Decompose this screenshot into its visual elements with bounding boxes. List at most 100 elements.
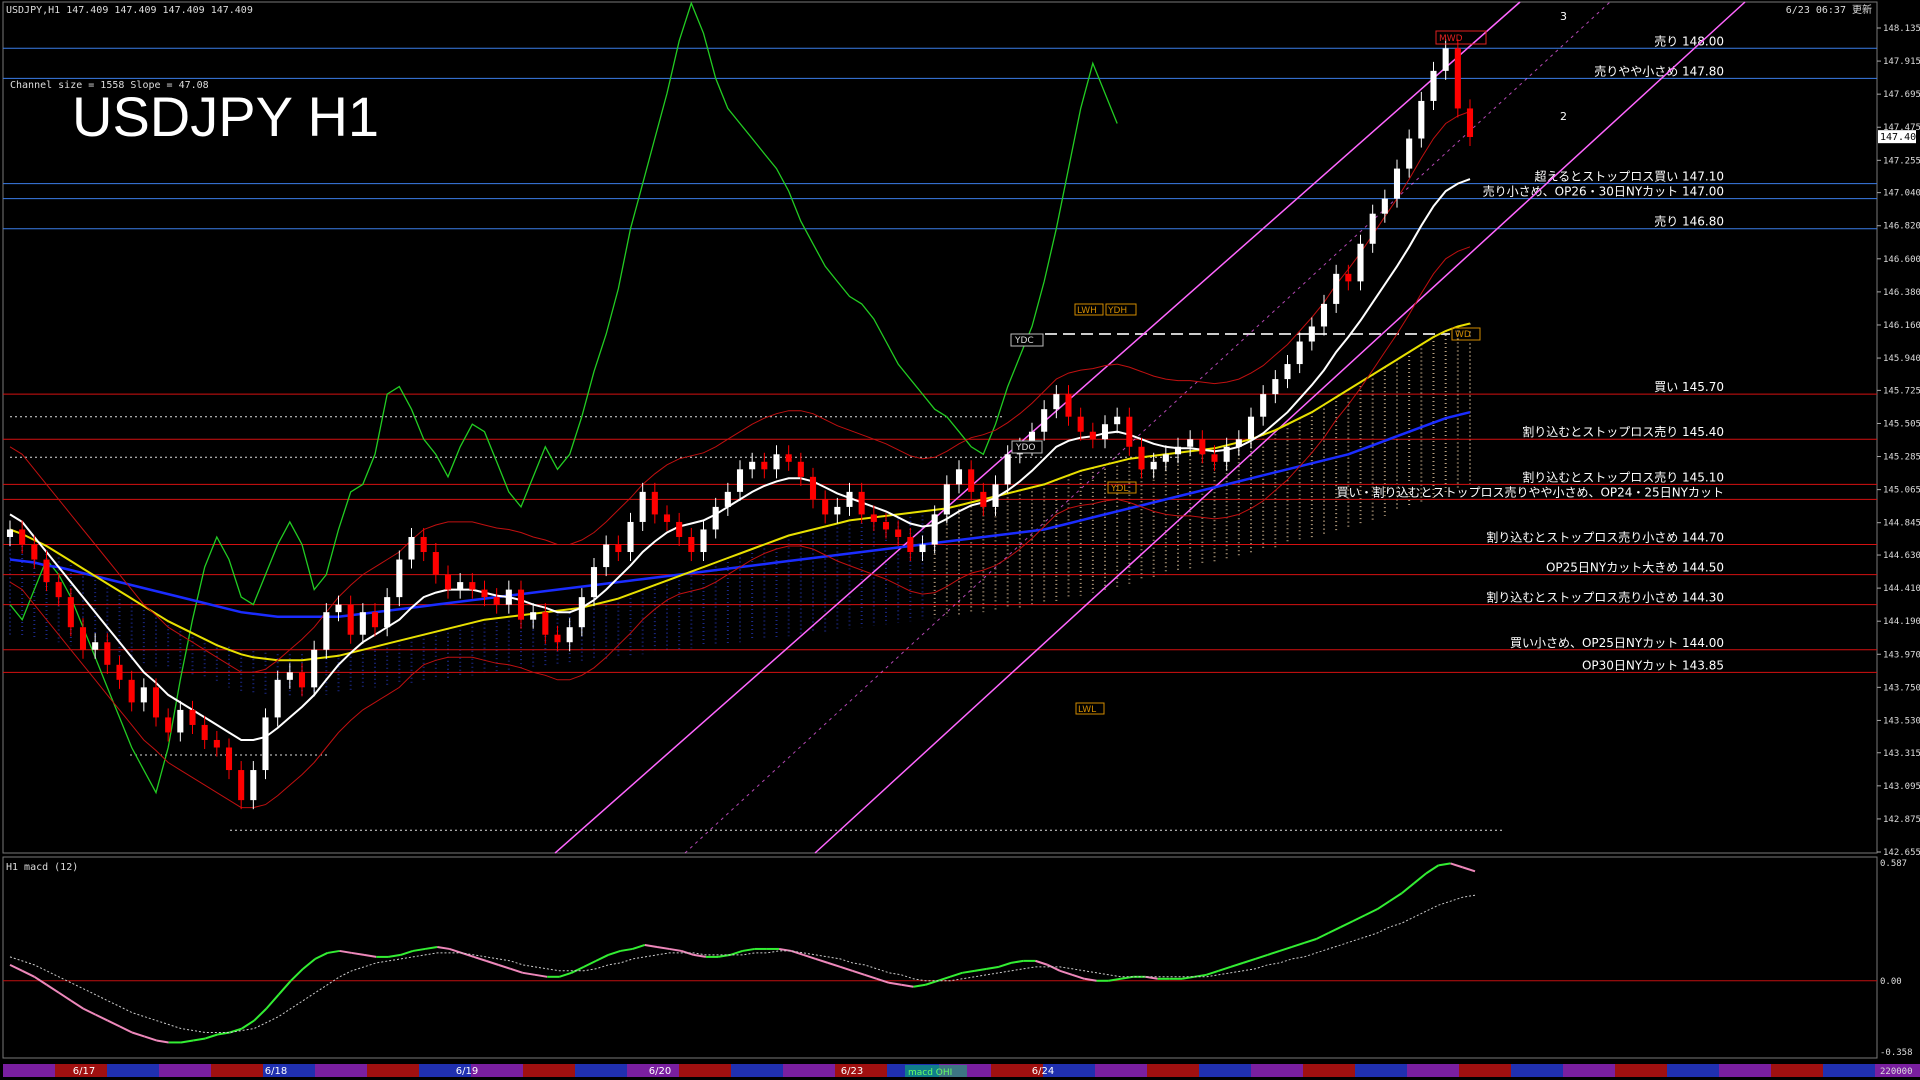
candle-body[interactable] bbox=[177, 709, 184, 733]
candle-body[interactable] bbox=[615, 544, 622, 553]
candle-body[interactable] bbox=[1296, 341, 1303, 365]
chart-canvas[interactable]: 売り 148.00 売りやや小さめ 147.80 超えるとストップロス買い 147.… bbox=[0, 0, 1920, 1080]
candle-body[interactable] bbox=[554, 634, 561, 643]
candle-body[interactable] bbox=[250, 770, 257, 801]
candle-body[interactable] bbox=[1369, 213, 1376, 244]
candle-body[interactable] bbox=[919, 544, 926, 553]
candle-body[interactable] bbox=[225, 747, 233, 771]
candle-body[interactable] bbox=[530, 612, 537, 620]
candle-body[interactable] bbox=[895, 529, 902, 537]
candle-body[interactable] bbox=[238, 770, 245, 801]
candle-body[interactable] bbox=[92, 642, 99, 650]
candle-body[interactable] bbox=[213, 739, 220, 748]
candle-body[interactable] bbox=[980, 491, 987, 507]
candle-body[interactable] bbox=[1466, 108, 1474, 138]
candle-body[interactable] bbox=[79, 627, 87, 650]
candle-body[interactable] bbox=[408, 536, 415, 560]
candle-body[interactable] bbox=[128, 679, 135, 703]
candle-body[interactable] bbox=[1101, 424, 1109, 440]
candle-body[interactable] bbox=[201, 724, 208, 740]
candle-body[interactable] bbox=[749, 461, 756, 470]
candle-body[interactable] bbox=[663, 514, 671, 522]
candle-body[interactable] bbox=[323, 612, 330, 650]
candle-body[interactable] bbox=[274, 679, 281, 718]
candle-body[interactable] bbox=[1126, 416, 1133, 447]
candle-body[interactable] bbox=[1430, 70, 1437, 101]
candle-body[interactable] bbox=[968, 469, 975, 492]
candle-body[interactable] bbox=[773, 454, 780, 470]
candle-body[interactable] bbox=[311, 649, 318, 688]
candle-body[interactable] bbox=[822, 499, 829, 515]
candle-body[interactable] bbox=[676, 521, 683, 537]
candle-body[interactable] bbox=[870, 514, 877, 522]
candle-body[interactable] bbox=[55, 582, 62, 598]
candle-body[interactable] bbox=[992, 484, 999, 507]
candle-body[interactable] bbox=[688, 536, 695, 553]
candle-body[interactable] bbox=[700, 529, 707, 553]
candle-body[interactable] bbox=[1065, 394, 1072, 417]
candle-body[interactable] bbox=[347, 604, 354, 635]
candle-body[interactable] bbox=[1260, 394, 1267, 417]
candle-body[interactable] bbox=[469, 582, 476, 590]
candle-body[interactable] bbox=[943, 484, 950, 515]
candle-body[interactable] bbox=[1150, 461, 1157, 470]
candle-body[interactable] bbox=[1247, 416, 1255, 440]
candle-body[interactable] bbox=[67, 597, 74, 628]
candle-body[interactable] bbox=[19, 529, 26, 545]
candle-body[interactable] bbox=[116, 664, 123, 680]
candle-body[interactable] bbox=[1199, 439, 1206, 455]
candle-body[interactable] bbox=[578, 597, 585, 628]
candle-body[interactable] bbox=[651, 491, 658, 515]
candle-body[interactable] bbox=[1211, 454, 1218, 462]
candle-body[interactable] bbox=[1333, 273, 1340, 304]
candle-body[interactable] bbox=[286, 672, 293, 680]
candle-body[interactable] bbox=[1223, 446, 1230, 462]
candle-body[interactable] bbox=[1284, 364, 1291, 380]
candle-body[interactable] bbox=[420, 536, 427, 553]
candle-body[interactable] bbox=[359, 612, 366, 635]
candle-body[interactable] bbox=[712, 506, 719, 530]
candle-body[interactable] bbox=[1308, 326, 1315, 342]
candle-body[interactable] bbox=[517, 589, 525, 620]
candle-body[interactable] bbox=[1320, 303, 1328, 327]
candle-body[interactable] bbox=[736, 469, 744, 492]
candle-body[interactable] bbox=[955, 469, 963, 485]
candle-body[interactable] bbox=[931, 514, 938, 545]
candle-body[interactable] bbox=[1442, 48, 1449, 71]
candle-body[interactable] bbox=[1381, 198, 1388, 214]
candle-body[interactable] bbox=[724, 491, 731, 507]
candle-body[interactable] bbox=[505, 589, 512, 605]
candle-body[interactable] bbox=[1187, 439, 1194, 447]
candle-body[interactable] bbox=[1004, 454, 1011, 485]
candle-body[interactable] bbox=[140, 687, 147, 703]
candle-body[interactable] bbox=[384, 597, 391, 628]
candle-body[interactable] bbox=[846, 491, 853, 507]
candle-body[interactable] bbox=[1114, 416, 1121, 425]
candle-body[interactable] bbox=[371, 612, 379, 628]
candle-body[interactable] bbox=[493, 597, 500, 605]
candle-body[interactable] bbox=[627, 521, 634, 553]
candle-body[interactable] bbox=[1174, 446, 1182, 455]
candle-body[interactable] bbox=[396, 559, 403, 598]
candle-body[interactable] bbox=[566, 627, 573, 643]
candle-body[interactable] bbox=[1406, 138, 1413, 169]
candle-body[interactable] bbox=[444, 574, 452, 590]
candle-body[interactable] bbox=[1235, 439, 1242, 447]
candle-body[interactable] bbox=[603, 544, 610, 568]
candle-body[interactable] bbox=[1089, 431, 1096, 440]
candle-body[interactable] bbox=[262, 717, 269, 771]
candle-body[interactable] bbox=[1272, 379, 1279, 395]
candle-body[interactable] bbox=[1357, 243, 1364, 282]
candle-body[interactable] bbox=[6, 529, 14, 537]
candle-body[interactable] bbox=[104, 642, 111, 665]
candle-body[interactable] bbox=[809, 476, 817, 500]
candle-body[interactable] bbox=[882, 521, 890, 530]
candle-body[interactable] bbox=[481, 589, 488, 598]
candle-body[interactable] bbox=[797, 461, 804, 477]
candle-body[interactable] bbox=[335, 604, 342, 613]
candle-body[interactable] bbox=[1138, 446, 1145, 470]
candle-body[interactable] bbox=[1393, 168, 1401, 199]
candle-body[interactable] bbox=[907, 536, 914, 553]
candle-body[interactable] bbox=[1077, 416, 1084, 432]
candle-body[interactable] bbox=[152, 687, 160, 718]
